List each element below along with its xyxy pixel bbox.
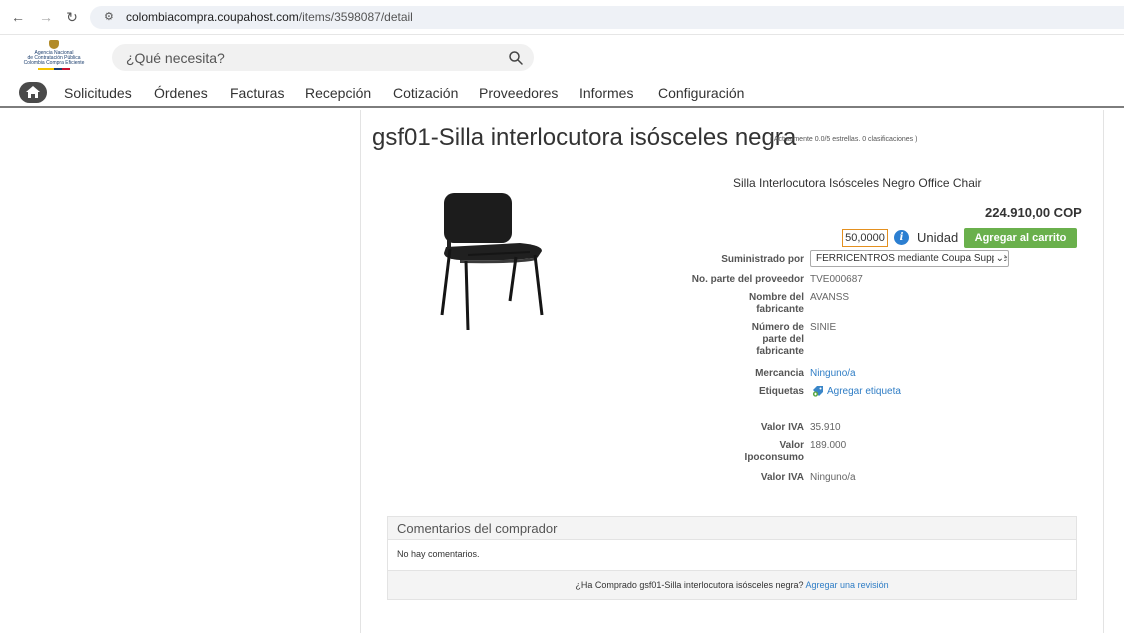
search-input[interactable]: [126, 49, 486, 66]
logo-line-3: Colombia Compra Eficiente: [23, 60, 85, 66]
menu-item-proveedores[interactable]: Proveedores: [479, 85, 558, 101]
commodity-label: Mercancia: [755, 368, 804, 379]
mfr-part-label-line-2: parte del: [762, 334, 804, 345]
info-icon[interactable]: i: [894, 230, 909, 245]
ipoconsumo-label-line-1: Valor: [779, 440, 804, 451]
browser-toolbar: ← → ↻ ⚙ colombiacompra.coupahost.com/ite…: [0, 0, 1124, 35]
search-box: [112, 44, 534, 71]
site-settings-icon[interactable]: ⚙: [104, 11, 118, 23]
rating-text: ( Actualmente 0.0/5 estrellas. 0 clasifi…: [770, 136, 918, 143]
menu-item-configuracion[interactable]: Configuración: [658, 85, 744, 101]
mfr-part-label-line-1: Número de: [751, 322, 804, 333]
review-question: ¿Ha Comprado gsf01-Silla interlocutora i…: [575, 580, 804, 590]
unit-label: Unidad: [917, 230, 959, 245]
content-divider-right: [1103, 110, 1104, 633]
supplier-part-value: TVE000687: [810, 274, 863, 285]
menu-item-recepcion[interactable]: Recepción: [305, 85, 371, 101]
supplied-by-label: Suministrado por: [721, 254, 804, 265]
app-header: Agencia Nacional de Contratación Pública…: [0, 35, 1124, 108]
crest-icon: [49, 40, 59, 49]
reload-icon[interactable]: ↻: [64, 9, 80, 25]
supplier-part-label: No. parte del proveedor: [691, 274, 804, 285]
quantity-input[interactable]: [842, 229, 888, 247]
add-tag-link[interactable]: Agregar etiqueta: [827, 386, 901, 398]
flag-bar: [38, 68, 70, 70]
product-image[interactable]: [420, 185, 560, 335]
menu-item-cotizacion[interactable]: Cotización: [393, 85, 458, 101]
product-description: Silla Interlocutora Isósceles Negro Offi…: [733, 176, 982, 190]
main-menu: Solicitudes Órdenes Facturas Recepción C…: [0, 79, 1124, 105]
menu-item-informes[interactable]: Informes: [579, 85, 633, 101]
comments-footer: ¿Ha Comprado gsf01-Silla interlocutora i…: [388, 570, 1076, 599]
mfr-part-label: Número de parte del fabricante: [730, 322, 804, 358]
search-icon[interactable]: [508, 50, 524, 66]
add-to-cart-button[interactable]: Agregar al carrito: [964, 228, 1077, 248]
comments-empty-text: No hay comentarios.: [397, 549, 480, 559]
url-text[interactable]: colombiacompra.coupahost.com/items/35980…: [126, 11, 413, 24]
add-review-link[interactable]: Agregar una revisión: [806, 580, 889, 590]
home-icon[interactable]: [19, 82, 47, 103]
comments-title: Comentarios del comprador: [397, 521, 558, 536]
iva-value: 35.910: [810, 422, 841, 433]
chevron-down-icon: ⌄: [993, 251, 1004, 266]
address-bar[interactable]: ⚙ colombiacompra.coupahost.com/items/359…: [90, 6, 1124, 29]
manufacturer-label-line-2: fabricante: [756, 304, 804, 315]
menu-item-ordenes[interactable]: Órdenes: [154, 85, 208, 101]
mfr-part-value: SINIE: [810, 322, 837, 333]
iva2-value: Ninguno/a: [810, 472, 856, 483]
comments-header: Comentarios del comprador: [388, 517, 1076, 540]
comments-panel: Comentarios del comprador No hay comenta…: [387, 516, 1077, 600]
menu-item-solicitudes[interactable]: Solicitudes: [64, 85, 132, 101]
menu-item-facturas[interactable]: Facturas: [230, 85, 284, 101]
iva2-label: Valor IVA: [760, 472, 804, 483]
forward-arrow-icon[interactable]: →: [38, 9, 54, 25]
iva-label: Valor IVA: [760, 422, 804, 433]
back-arrow-icon[interactable]: ←: [10, 9, 26, 25]
supplier-select[interactable]: FERRICENTROS mediante Coupa Supplier ⌄: [810, 250, 1009, 267]
ipoconsumo-value: 189.000: [810, 440, 847, 451]
tags-label: Etiquetas: [758, 386, 804, 397]
page-title: gsf01-Silla interlocutora isósceles negr…: [372, 124, 797, 151]
ipoconsumo-label: Valor Ipoconsumo: [730, 440, 804, 464]
supplier-select-value: FERRICENTROS mediante Coupa Supplier: [816, 253, 1009, 264]
manufacturer-value: AVANSS: [810, 292, 850, 303]
ipoconsumo-label-line-2: Ipoconsumo: [744, 452, 804, 463]
tag-icon[interactable]: [812, 385, 824, 397]
product-price: 224.910,00 COP: [985, 205, 1082, 220]
agency-logo[interactable]: Agencia Nacional de Contratación Pública…: [18, 40, 90, 70]
commodity-link[interactable]: Ninguno/a: [810, 368, 856, 380]
content-divider: [360, 110, 361, 633]
mfr-part-label-line-3: fabricante: [756, 346, 804, 357]
manufacturer-label-line-1: Nombre del: [748, 292, 804, 303]
review-prompt: ¿Ha Comprado gsf01-Silla interlocutora i…: [388, 580, 1076, 591]
manufacturer-label: Nombre del fabricante: [730, 292, 804, 316]
